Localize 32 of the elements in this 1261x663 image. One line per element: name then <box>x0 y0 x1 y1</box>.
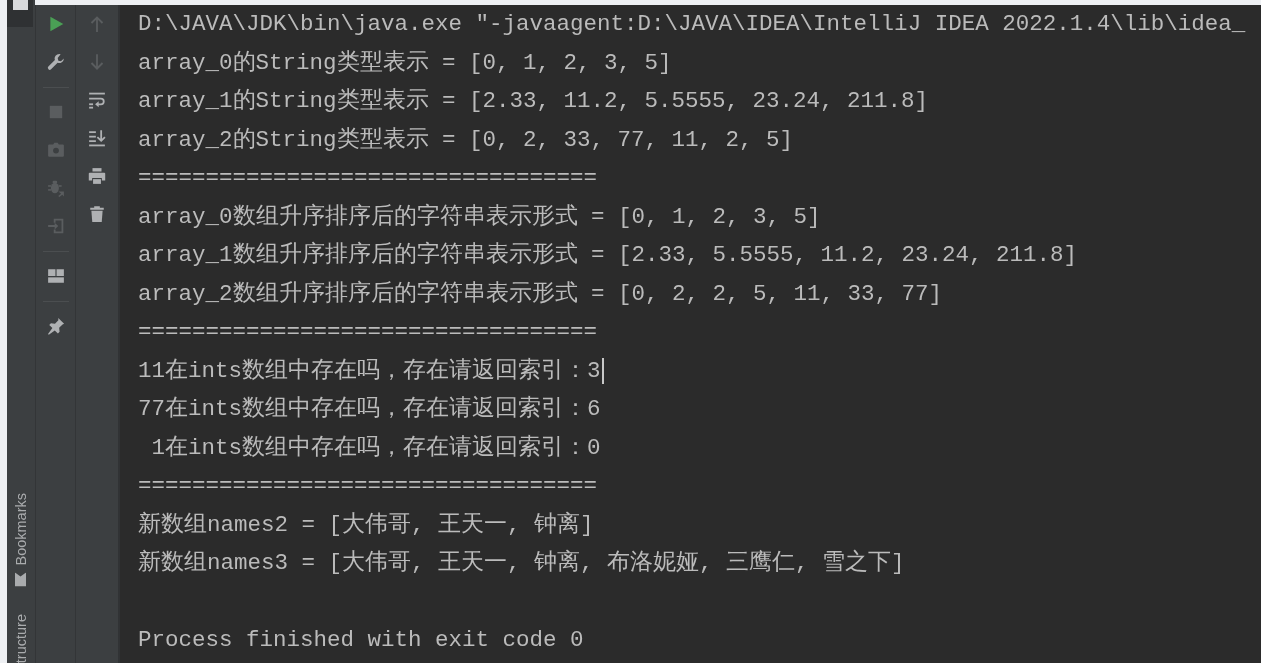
console-line: 11在ints数组中存在吗，存在请返回索引：3 <box>138 356 601 386</box>
console-line: array_2数组升序排序后的字符串表示形式 = [0, 2, 2, 5, 11, 33, 77] <box>138 279 943 309</box>
down-arrow-icon <box>88 53 106 71</box>
trash-icon <box>88 205 106 223</box>
console-line: 新数组names2 = [大伟哥, 王天一, 钟离] <box>138 510 594 540</box>
console-line: ================================== <box>138 164 598 194</box>
sign-in-icon <box>46 217 65 235</box>
console-line: array_2的String类型表示 = [0, 2, 33, 77, 11, 2, 5] <box>138 125 794 155</box>
console-line: Process finished with exit code 0 <box>138 626 584 656</box>
console-line: array_1数组升序排序后的字符串表示形式 = [2.33, 5.5555, 11.2, 23.24, 211.8] <box>138 240 1078 271</box>
soft-wrap-icon <box>88 91 106 109</box>
scroll-to-end-icon <box>88 129 106 147</box>
bug-icon <box>46 179 65 197</box>
console-line: 1在ints数组中存在吗，存在请返回索引：0 <box>150 433 601 463</box>
console-line: ================================== <box>138 318 598 348</box>
console-command-line: D:\JAVA\JDK\bin\java.exe "-javaagent:D:\JAVA\IDEA\IntelliJ IDEA 2022.1.4\lib\idea_ <box>138 10 1246 40</box>
layout-icon <box>46 267 65 285</box>
tool-window-button[interactable] <box>7 0 33 27</box>
side-tab[interactable]: Bookmarks <box>13 493 29 587</box>
console-line: array_0数组升序排序后的字符串表示形式 = [0, 1, 2, 3, 5] <box>138 202 821 232</box>
console-line: array_1的String类型表示 = [2.33, 11.2, 5.5555, 23.24, 211.8] <box>138 87 929 117</box>
print-icon <box>88 167 106 185</box>
console-line: ================================== <box>138 472 598 502</box>
wrench-icon <box>46 53 65 71</box>
camera-icon <box>46 141 65 159</box>
console-line: array_0的String类型表示 = [0, 1, 2, 3, 5] <box>138 48 672 78</box>
pin-icon <box>46 317 65 335</box>
console-line: 新数组names3 = [大伟哥, 王天一, 钟离, 布洛妮娅, 三鹰仁, 雪之下] <box>138 548 905 579</box>
side-tab[interactable]: tructure <box>13 613 29 663</box>
up-arrow-icon <box>88 15 106 33</box>
window-icon <box>12 0 28 10</box>
console-line: 77在ints数组中存在吗，存在请返回索引：6 <box>138 395 601 425</box>
